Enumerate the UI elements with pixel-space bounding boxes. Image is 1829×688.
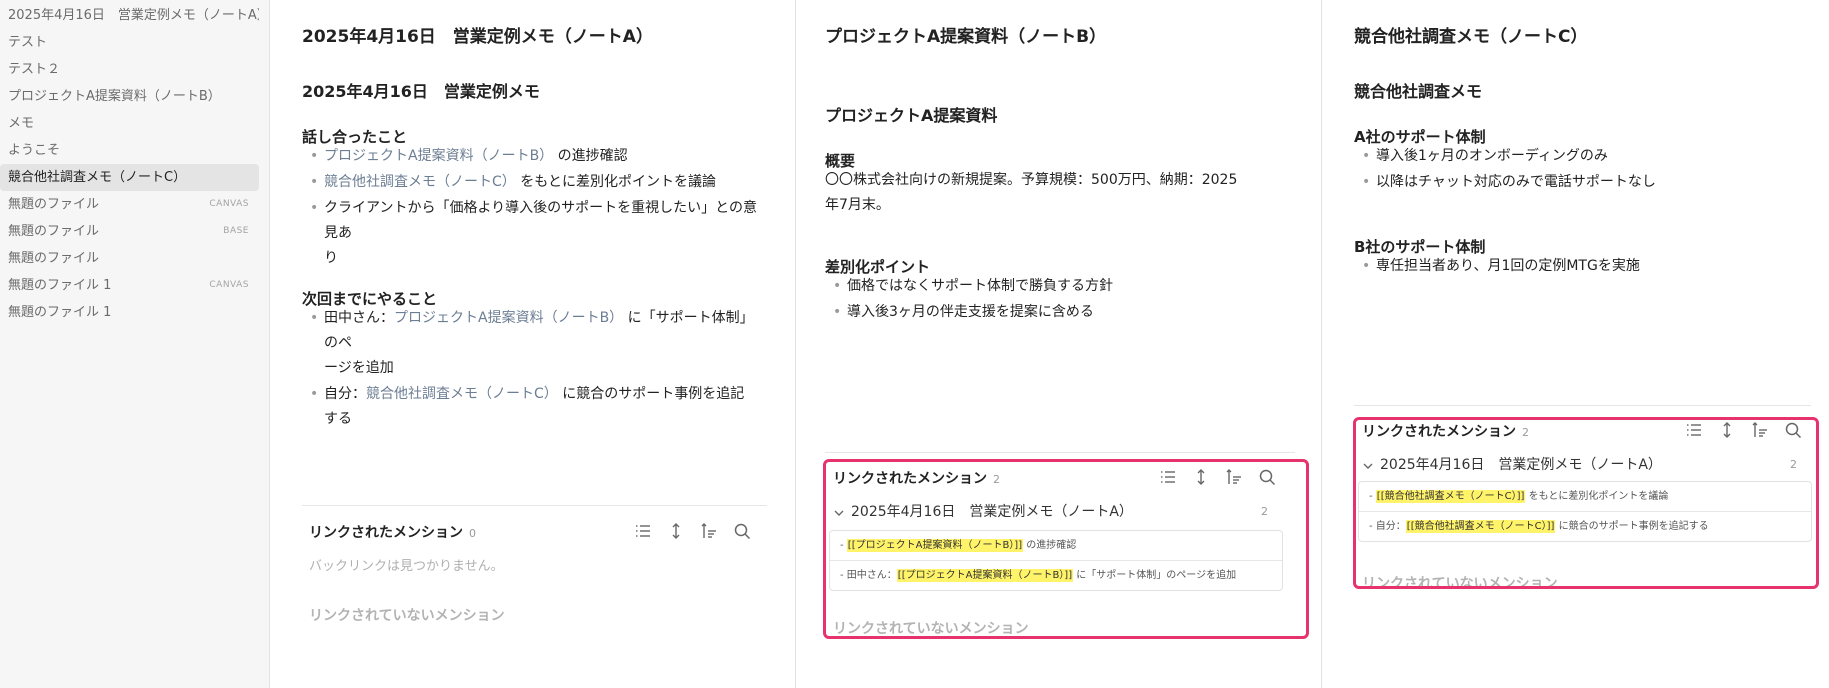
list-item: 以降はチャット対応のみで電話サポートなし	[1354, 170, 1794, 195]
list-item: 競合他社調査メモ（ノートC） をもとに差別化ポイントを議論	[302, 170, 762, 195]
heading-h1: プロジェクトA提案資料	[825, 106, 998, 125]
sidebar-item-test[interactable]: テスト	[0, 29, 259, 56]
highlight-annotation-box	[1353, 417, 1819, 589]
list-item: プロジェクトA提案資料（ノートB） の進捗確認	[302, 144, 762, 169]
sidebar-item-untitled[interactable]: 無題のファイル	[0, 245, 259, 272]
backlinks-toolbar	[634, 522, 751, 540]
list-item: 導入後3ヶ月の伴走支援を提案に含める	[825, 300, 1285, 325]
sidebar-item-memo[interactable]: メモ	[0, 110, 259, 137]
list-item: 田中さん：プロジェクトA提案資料（ノートB） に「サポート体制」のページを追加	[302, 306, 762, 381]
backlinks-header: リンクされたメンション 0	[309, 525, 476, 541]
sidebar-item-welcome[interactable]: ようこそ	[0, 137, 259, 164]
divider	[1354, 405, 1811, 406]
sidebar-item-note-a[interactable]: 2025年4月16日 営業定例メモ（ノートA）	[0, 2, 259, 29]
editor-pane-note-a: 2025年4月16日 営業定例メモ（ノートA） 2025年4月16日 営業定例メ…	[271, 0, 796, 688]
backlinks-panel: リンクされたメンション 0 バックリンクは見つかりません。 リンクされていないメン…	[309, 522, 767, 632]
list-item: 導入後1ヶ月のオンボーディングのみ	[1354, 144, 1794, 169]
divider	[302, 505, 767, 506]
list-item: 専任担当者あり、月1回の定例MTGを実施	[1354, 254, 1794, 279]
internal-link[interactable]: 競合他社調査メモ（ノートC）	[324, 174, 516, 190]
list-item: 自分：競合他社調査メモ（ノートC） に競合のサポート事例を追記する	[302, 382, 762, 432]
list-item: 価格ではなくサポート体制で勝負する方針	[825, 274, 1285, 299]
internal-link[interactable]: プロジェクトA提案資料（ノートB）	[324, 148, 553, 164]
sidebar-item-untitled-1[interactable]: 無題のファイル 1	[0, 299, 259, 326]
company-a-list: 導入後1ヶ月のオンボーディングのみ 以降はチャット対応のみで電話サポートなし	[1354, 144, 1794, 196]
search-icon[interactable]	[733, 522, 751, 540]
overview-text: 〇〇株式会社向けの新規提案。予算規模：500万円、納期：2025 年7月末。	[825, 172, 1238, 213]
sidebar-item-untitled-1-canvas[interactable]: 無題のファイル 1 CANVAS	[0, 272, 259, 299]
file-explorer-sidebar: 2025年4月16日 営業定例メモ（ノートA） テスト テスト２ プロジェクトA…	[0, 0, 270, 688]
expand-vertical-icon[interactable]	[667, 522, 685, 540]
internal-link[interactable]: 競合他社調査メモ（ノートC）	[366, 386, 558, 402]
unlinked-mentions-header[interactable]: リンクされていないメンション	[309, 605, 505, 625]
highlight-annotation-box	[823, 459, 1309, 639]
note-title[interactable]: 2025年4月16日 営業定例メモ（ノートA）	[302, 22, 653, 47]
note-title[interactable]: プロジェクトA提案資料（ノートB）	[825, 22, 1106, 47]
sidebar-item-note-b[interactable]: プロジェクトA提案資料（ノートB）	[0, 83, 259, 110]
internal-link[interactable]: プロジェクトA提案資料（ノートB）	[394, 310, 623, 326]
sort-icon[interactable]	[700, 522, 718, 540]
heading-h1: 2025年4月16日 営業定例メモ	[302, 82, 540, 101]
differentiation-list: 価格ではなくサポート体制で勝負する方針 導入後3ヶ月の伴走支援を提案に含める	[825, 274, 1285, 326]
backlinks-count: 0	[469, 527, 476, 540]
editor-pane-note-c: 競合他社調査メモ（ノートC） 競合他社調査メモ A社のサポート体制 導入後1ヶ月…	[1322, 0, 1829, 688]
discussed-list: プロジェクトA提案資料（ノートB） の進捗確認 競合他社調査メモ（ノートC） を…	[302, 144, 762, 272]
divider	[825, 452, 1295, 453]
sidebar-item-note-c[interactable]: 競合他社調査メモ（ノートC）	[0, 164, 259, 191]
todo-list: 田中さん：プロジェクトA提案資料（ノートB） に「サポート体制」のページを追加 …	[302, 306, 762, 433]
backlinks-empty-message: バックリンクは見つかりません。	[309, 559, 504, 574]
list-item: クライアントから「価格より導入後のサポートを重視したい」との意見あり	[302, 196, 762, 271]
sidebar-item-test2[interactable]: テスト２	[0, 56, 259, 83]
heading-h1: 競合他社調査メモ	[1354, 82, 1483, 101]
note-title[interactable]: 競合他社調査メモ（ノートC）	[1354, 22, 1587, 47]
list-icon[interactable]	[634, 522, 652, 540]
editor-pane-note-b: プロジェクトA提案資料（ノートB） プロジェクトA提案資料 概要 〇〇株式会社向…	[796, 0, 1322, 688]
sidebar-item-untitled-base[interactable]: 無題のファイル BASE	[0, 218, 259, 245]
sidebar-item-untitled-canvas[interactable]: 無題のファイル CANVAS	[0, 191, 259, 218]
company-b-list: 専任担当者あり、月1回の定例MTGを実施	[1354, 254, 1794, 280]
